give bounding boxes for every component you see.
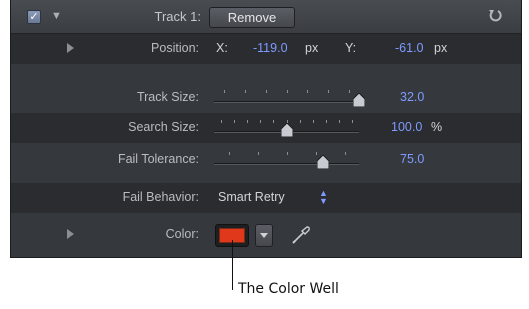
tracker-inspector-panel: ✓ ▼ Track 1: Remove Position: X: -119.0 … <box>10 0 522 258</box>
slider-tick <box>221 120 222 123</box>
expand-triangle-icon[interactable] <box>67 229 74 239</box>
slider-tick <box>287 152 288 155</box>
x-label: X: <box>216 41 228 55</box>
track-size-value[interactable]: 32.0 <box>400 90 424 104</box>
fail-tolerance-row: Fail Tolerance: 75.0 <box>11 145 521 175</box>
x-value[interactable]: -119.0 <box>253 41 288 55</box>
enable-checkbox[interactable]: ✓ <box>27 10 41 24</box>
eyedropper-icon[interactable] <box>290 224 312 246</box>
slider-tick <box>313 120 314 123</box>
slider-tick <box>260 120 261 123</box>
y-value[interactable]: -61.0 <box>395 41 424 55</box>
position-label: Position: <box>151 41 199 55</box>
slider-tick <box>229 152 230 155</box>
fail-tolerance-slider[interactable] <box>214 148 359 172</box>
slider-tick <box>349 90 350 93</box>
slider-tick <box>273 120 274 123</box>
search-size-label: Search Size: <box>128 120 199 134</box>
slider-tick <box>234 120 235 123</box>
color-row: Color: <box>11 220 521 250</box>
fail-behavior-row: Fail Behavior: Smart Retry ▲ ▼ <box>11 183 521 213</box>
fail-tolerance-value[interactable]: 75.0 <box>400 152 424 166</box>
slider-tick <box>307 90 308 93</box>
fail-behavior-label: Fail Behavior: <box>122 190 199 204</box>
search-size-row: Search Size: 100.0 % <box>11 113 521 143</box>
track-size-label: Track Size: <box>136 90 199 104</box>
slider-tick <box>326 120 327 123</box>
slider-tick <box>266 90 267 93</box>
slider-tick <box>224 90 225 93</box>
slider-tick <box>339 120 340 123</box>
reset-arrow-icon[interactable] <box>487 8 503 24</box>
disclosure-triangle-icon[interactable]: ▼ <box>51 10 62 22</box>
y-unit: px <box>434 41 448 55</box>
search-size-unit: % <box>431 120 443 134</box>
callout-label: The Color Well <box>238 281 339 297</box>
search-size-slider[interactable] <box>214 116 359 140</box>
search-size-value[interactable]: 100.0 <box>391 120 422 134</box>
slider-thumb[interactable] <box>281 123 293 137</box>
slider-thumb[interactable] <box>317 155 329 169</box>
slider-tick <box>352 120 353 123</box>
track-header-row: ✓ ▼ Track 1: Remove <box>11 0 521 34</box>
slider-thumb[interactable] <box>353 93 365 107</box>
x-unit: px <box>305 41 319 55</box>
slider-tick <box>328 90 329 93</box>
slider-tick <box>287 90 288 93</box>
slider-tick <box>245 90 246 93</box>
slider-tick <box>247 120 248 123</box>
popup-arrows-icon[interactable]: ▲ ▼ <box>319 189 328 206</box>
y-label: Y: <box>345 41 357 55</box>
color-label: Color: <box>165 227 199 241</box>
slider-tick <box>258 152 259 155</box>
position-row: Position: X: -119.0 px Y: -61.0 px <box>11 34 521 64</box>
slider-tick <box>345 152 346 155</box>
color-menu-button[interactable] <box>255 224 273 247</box>
track-name-label: Track 1: <box>154 9 201 24</box>
track-size-slider[interactable] <box>214 86 365 110</box>
remove-button[interactable]: Remove <box>209 7 295 28</box>
expand-triangle-icon[interactable] <box>67 43 74 53</box>
callout-line <box>232 240 233 290</box>
fail-behavior-select[interactable]: Smart Retry <box>218 190 285 204</box>
slider-tick <box>300 120 301 123</box>
fail-tolerance-label: Fail Tolerance: <box>117 152 199 166</box>
track-size-row: Track Size: 32.0 <box>11 83 521 113</box>
